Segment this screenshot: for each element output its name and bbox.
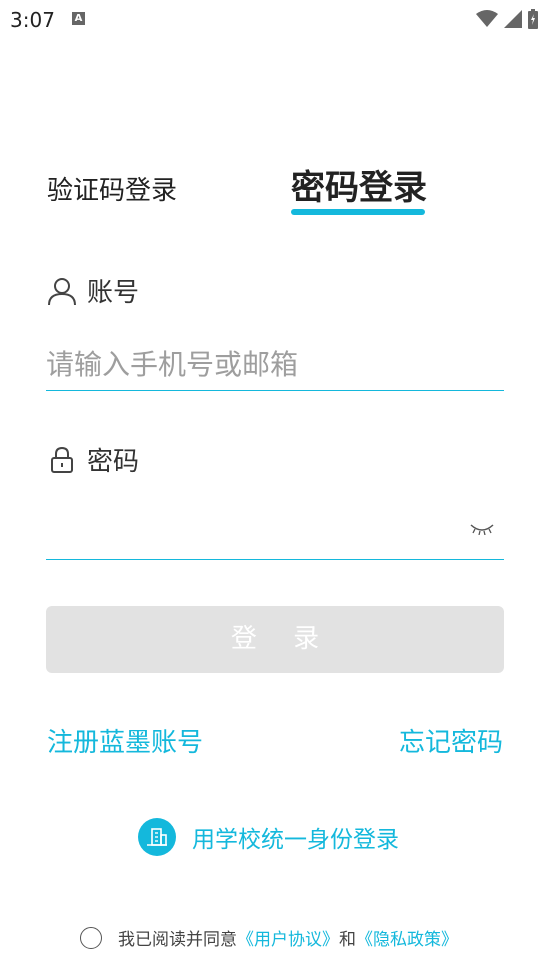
login-button[interactable]: 登 录 [46,606,504,673]
lock-icon [51,446,73,473]
school-login-button[interactable]: 用学校统一身份登录 [138,818,399,856]
agreement-and: 和 [339,930,356,950]
status-time: 3:07 [10,8,55,32]
tab-password-login[interactable]: 密码登录 [291,160,427,209]
account-label-text: 账号 [87,278,140,308]
agreement-prefix: 我已阅读并同意 [118,930,237,950]
agreement-checkbox[interactable] [80,926,102,949]
notification-a-icon: A [72,12,85,25]
user-icon [48,277,76,305]
status-icons [476,8,538,30]
privacy-policy-link[interactable]: 《隐私政策》 [356,925,458,950]
battery-icon [528,9,538,29]
tab-sms-login[interactable]: 验证码登录 [47,170,177,207]
account-input[interactable] [46,340,446,388]
account-label: 账号 [47,272,139,309]
active-tab-indicator [291,209,425,215]
user-agreement-link[interactable]: 《用户协议》 [237,925,339,950]
status-bar: 3:07 A [0,0,550,38]
password-input-row [46,509,504,560]
school-login-text: 用学校统一身份登录 [192,827,399,853]
wifi-icon [476,10,498,27]
password-input[interactable] [46,509,446,557]
password-label: 密码 [47,441,139,478]
eye-closed-icon[interactable] [470,523,494,535]
password-label-text: 密码 [87,447,140,477]
account-input-row [46,340,504,391]
signal-icon [504,10,522,28]
login-mode-tabs: 验证码登录 密码登录 [0,150,550,220]
school-building-icon [138,818,176,856]
register-link[interactable]: 注册蓝墨账号 [47,722,203,759]
agreement-row: 我已阅读并同意 《用户协议》 和 《隐私政策》 [80,925,458,950]
forgot-password-link[interactable]: 忘记密码 [399,722,503,759]
